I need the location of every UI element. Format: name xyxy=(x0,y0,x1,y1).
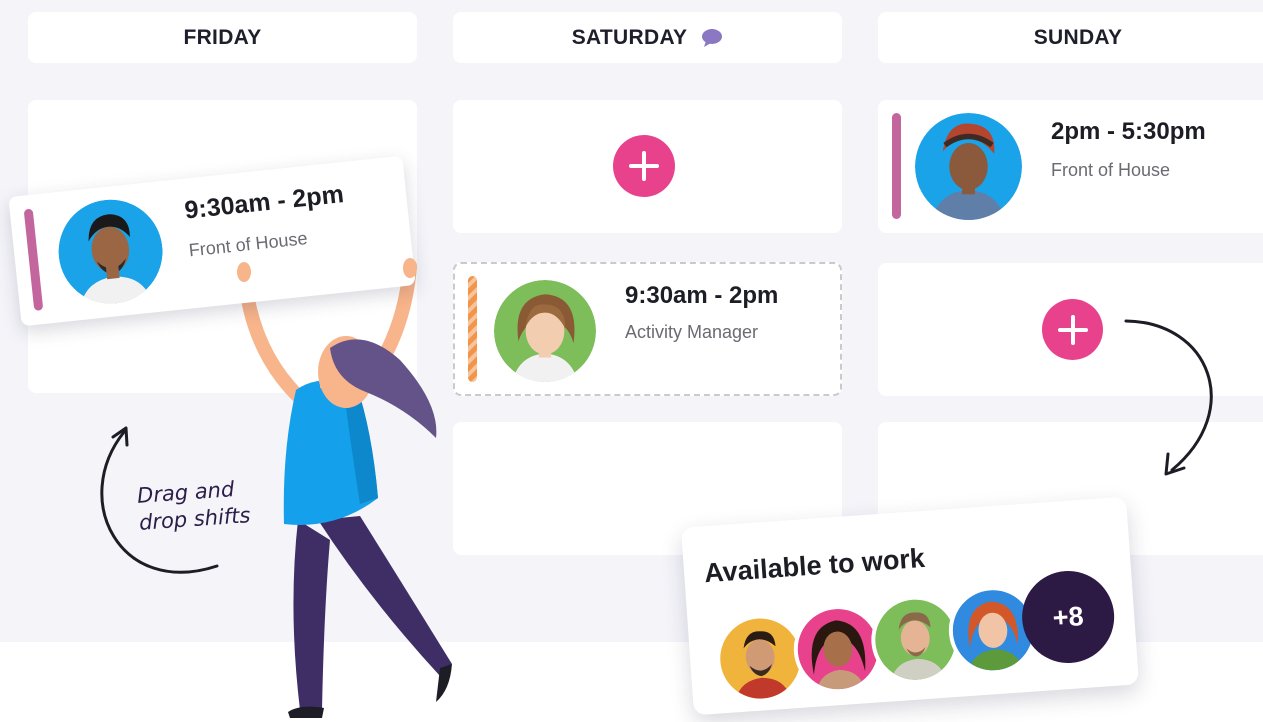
more-available-badge[interactable]: +8 xyxy=(1019,567,1118,667)
available-employee-avatar[interactable] xyxy=(868,592,963,687)
available-title: Available to work xyxy=(703,542,926,589)
schedule-canvas: FRIDAY SATURDAY SUNDAY 9:30am - 2pm Acti… xyxy=(0,0,1263,722)
available-employee-avatar[interactable] xyxy=(790,602,885,697)
available-to-work-card[interactable]: Available to work +8 xyxy=(680,496,1140,716)
available-employee-avatar[interactable] xyxy=(713,611,808,706)
